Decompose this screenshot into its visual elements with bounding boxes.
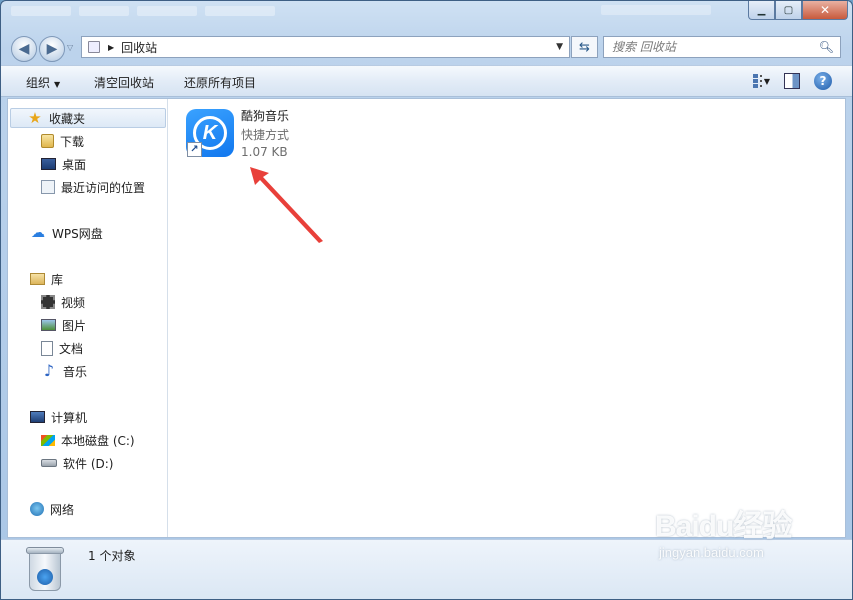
sidebar-item-label: 音乐 [63,364,88,379]
sidebar-item-network[interactable]: 网络 [30,499,74,519]
organize-button[interactable]: 组织 ▼ [26,74,60,91]
picture-library-icon [41,319,56,331]
downloads-folder-icon [41,134,54,148]
sidebar-item-pictures[interactable]: 图片 [41,315,86,335]
minimize-button[interactable]: ▁ [748,1,775,20]
sidebar-item-computer[interactable]: 计算机 [30,407,87,427]
cloud-icon: ☁ [31,225,45,241]
document-library-icon [41,340,53,356]
address-row: ◀ ▶ ▽ ▶ 回收站 ▼ ⇆ 🔍︎ [1,31,852,63]
red-annotation-arrow [250,167,323,243]
sidebar-item-libraries[interactable]: 库 [30,269,63,289]
recycle-bin-icon [25,545,65,593]
navigation-pane: ★ 收藏夹 下载 桌面 最近访问的位置 ☁ WPS网盘 库 视频 图片 文档 ♪… [8,99,168,537]
library-folder-icon [30,273,45,285]
restore-all-button[interactable]: 还原所有项目 [184,74,256,91]
baidu-url: jingyan.baidu.com [659,545,764,560]
change-view-button[interactable]: ▼ [752,73,770,89]
search-input[interactable] [612,40,812,54]
search-icon[interactable]: 🔍︎ [819,40,834,54]
caption-buttons: ▁ ▢ ✕ [748,1,848,21]
blurred-title-right [601,5,711,15]
sidebar-item-recent-places[interactable]: 最近访问的位置 [41,177,145,197]
sidebar-item-favorites[interactable]: ★ 收藏夹 [10,108,166,128]
address-dropdown-icon[interactable]: ▼ [556,42,563,52]
sidebar-item-label: 库 [51,272,64,287]
baidu-logo: Baidu经验 [655,510,792,543]
refresh-icon: ⇆ [579,39,590,55]
arrow-left-icon: ◀ [18,41,30,57]
desktop-icon [41,158,56,170]
maximize-button[interactable]: ▢ [775,1,802,20]
sidebar-item-label: 图片 [62,318,87,333]
organize-label: 组织 [26,76,51,90]
sidebar-item-label: 软件 (D:) [63,456,114,471]
forward-button[interactable]: ▶ [39,36,65,62]
close-icon: ✕ [819,3,831,17]
title-bar: ▁ ▢ ✕ [1,1,852,31]
baidu-watermark: Baidu经验 jingyan.baidu.com [655,501,815,591]
sidebar-item-label: 收藏夹 [49,111,86,126]
sidebar-item-label: 下载 [60,134,85,149]
sidebar-item-drive-d[interactable]: 软件 (D:) [41,453,113,473]
sidebar-item-label: 计算机 [51,410,88,425]
minimize-icon: ▁ [757,4,766,16]
explorer-window: ▁ ▢ ✕ ◀ ▶ ▽ ▶ 回收站 ▼ ⇆ 🔍︎ 组织▼ 清空回收站 还原所有项… [0,0,853,600]
toolbar-right: ▼ ? [752,72,832,90]
sidebar-item-music[interactable]: ♪ 音乐 [41,361,87,381]
maximize-icon: ▢ [783,4,794,16]
close-button[interactable]: ✕ [802,1,848,20]
file-name: 酷狗音乐 [241,109,290,123]
sidebar-item-downloads[interactable]: 下载 [41,131,84,151]
arrow-right-icon: ▶ [46,41,58,57]
refresh-button[interactable]: ⇆ [571,36,598,58]
video-library-icon [41,295,55,309]
breadcrumb-separator-icon[interactable]: ▶ [108,43,114,52]
chevron-down-icon: ▽ [67,43,74,52]
sidebar-item-desktop[interactable]: 桌面 [41,154,86,174]
file-item-kugou[interactable]: K ↗ 酷狗音乐 快捷方式 1.07 KB [186,105,326,161]
empty-recycle-bin-button[interactable]: 清空回收站 [94,74,154,91]
sidebar-item-videos[interactable]: 视频 [41,292,85,312]
sidebar-item-label: 桌面 [62,157,87,172]
preview-pane-button[interactable] [784,73,800,89]
music-note-icon: ♪ [43,361,55,380]
sidebar-item-drive-c[interactable]: 本地磁盘 (C:) [41,430,135,450]
chevron-down-icon[interactable]: ▼ [764,77,770,86]
shortcut-arrow-icon: ↗ [187,142,202,157]
item-count: 1 个对象 [88,549,136,563]
blurred-title-area [11,5,391,17]
sidebar-item-wps-drive[interactable]: ☁ WPS网盘 [30,223,103,243]
command-bar: 组织 ▼ 清空回收站 还原所有项目 ▼ ? [1,65,852,97]
breadcrumb-recycle-bin[interactable]: 回收站 [121,39,157,56]
computer-icon [30,411,45,423]
file-type: 快捷方式 [241,128,290,142]
sidebar-item-label: 最近访问的位置 [61,180,146,195]
search-box[interactable]: 🔍︎ [603,36,841,58]
sidebar-item-label: 文档 [59,341,84,356]
history-dropdown[interactable]: ▽ [67,43,73,52]
system-drive-icon [41,434,55,446]
recycle-bin-small-icon [88,41,100,53]
view-list-icon [753,74,762,88]
sidebar-item-documents[interactable]: 文档 [41,338,83,358]
sidebar-item-label: 网络 [50,502,75,517]
file-list: K ↗ 酷狗音乐 快捷方式 1.07 KB [169,99,845,537]
hard-drive-icon [41,459,57,467]
recent-places-icon [41,180,55,194]
sidebar-item-label: WPS网盘 [52,226,103,241]
network-icon [30,502,44,516]
back-button[interactable]: ◀ [11,36,37,62]
chevron-down-icon: ▼ [54,80,61,89]
help-icon[interactable]: ? [814,72,832,90]
star-icon: ★ [28,109,42,127]
sidebar-item-label: 视频 [61,295,86,310]
address-bar[interactable]: ▶ 回收站 ▼ [81,36,570,58]
content-area: ★ 收藏夹 下载 桌面 最近访问的位置 ☁ WPS网盘 库 视频 图片 文档 ♪… [7,98,846,538]
sidebar-item-label: 本地磁盘 (C:) [61,433,135,448]
